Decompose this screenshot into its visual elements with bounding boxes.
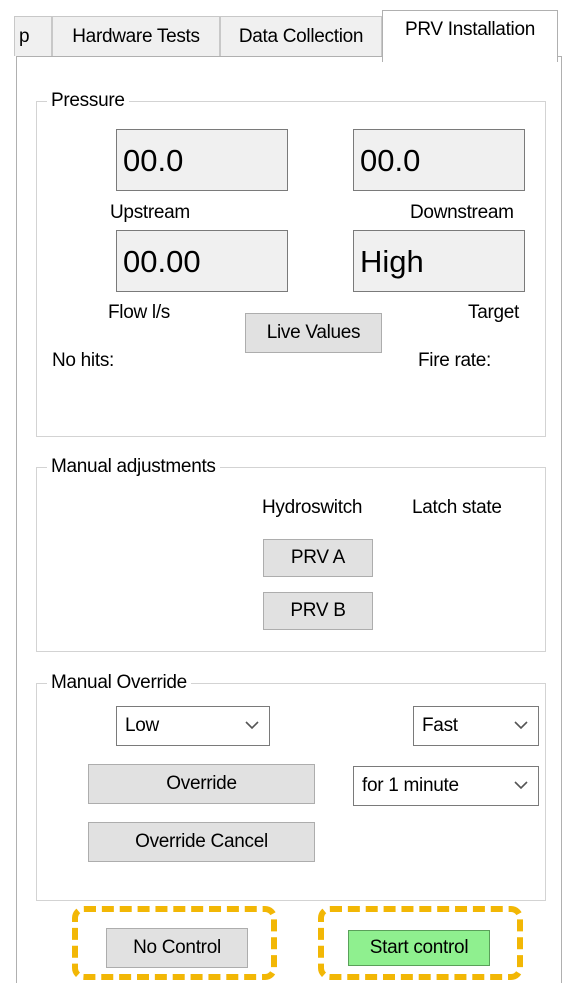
latch-state-label: Latch state	[412, 497, 502, 518]
tab-strip: p Hardware Tests Data Collection PRV Ins…	[0, 0, 575, 62]
target-label: Target	[468, 302, 520, 323]
manual-override-title: Manual Override	[47, 672, 191, 694]
upstream-readout: 00.0	[116, 129, 288, 191]
no-hits-label: No hits:	[52, 350, 115, 371]
prv-a-button[interactable]: PRV A	[263, 539, 373, 577]
override-button[interactable]: Override	[88, 764, 315, 804]
flow-label: Flow l/s	[108, 302, 170, 323]
upstream-label: Upstream	[110, 202, 190, 223]
speed-select[interactable]: Fast	[413, 706, 539, 746]
tab-prv-installation[interactable]: PRV Installation	[382, 10, 558, 62]
tab-label: Data Collection	[238, 25, 364, 47]
override-cancel-button[interactable]: Override Cancel	[88, 822, 315, 862]
tab-data-collection[interactable]: Data Collection	[220, 16, 382, 56]
manual-adjustments-title: Manual adjustments	[47, 456, 220, 478]
duration-select[interactable]: for 1 minute	[353, 766, 539, 806]
live-values-button[interactable]: Live Values	[245, 313, 382, 353]
tab-hardware-tests[interactable]: Hardware Tests	[52, 16, 220, 56]
level-select[interactable]: Low	[116, 706, 270, 746]
chevron-down-icon	[514, 781, 528, 790]
prv-b-button[interactable]: PRV B	[263, 592, 373, 630]
chevron-down-icon	[514, 721, 528, 730]
level-select-value: Low	[125, 715, 159, 736]
downstream-label: Downstream	[410, 202, 514, 223]
duration-select-value: for 1 minute	[362, 775, 459, 796]
fire-rate-label: Fire rate:	[418, 350, 492, 371]
target-readout: High	[353, 230, 525, 292]
flow-readout: 00.00	[116, 230, 288, 292]
chevron-down-icon	[245, 721, 259, 730]
tab-partial[interactable]: p	[14, 16, 52, 56]
downstream-readout: 00.0	[353, 129, 525, 191]
hydroswitch-label: Hydroswitch	[262, 497, 363, 518]
start-control-button[interactable]: Start control	[348, 930, 490, 966]
tab-label: PRV Installation	[404, 18, 536, 40]
no-control-button[interactable]: No Control	[106, 928, 248, 968]
speed-select-value: Fast	[422, 715, 458, 736]
tab-label: p	[19, 25, 30, 47]
tab-label: Hardware Tests	[72, 25, 200, 47]
pressure-group-title: Pressure	[47, 90, 129, 112]
